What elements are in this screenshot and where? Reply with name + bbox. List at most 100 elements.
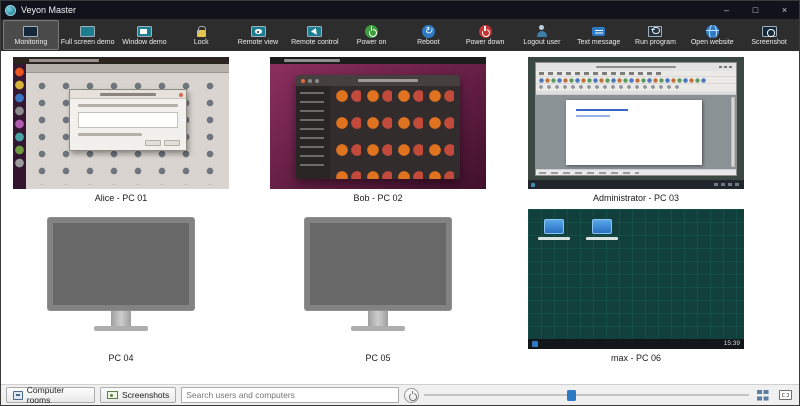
computer-rooms-button[interactable]: Computer rooms [6, 387, 95, 403]
desktop-icon [538, 219, 570, 240]
window-demo-icon [137, 24, 152, 38]
monitoring-button[interactable]: Monitoring [3, 20, 59, 50]
file-manager-header [296, 75, 460, 86]
computer-cell-alice: Alice - PC 01 [13, 57, 229, 203]
file-manager-icon-grid [330, 86, 460, 179]
offline-monitor-icon [304, 217, 452, 311]
document-page [566, 100, 702, 165]
fullscreen-demo-button[interactable]: Full screen demo [60, 20, 116, 50]
dialog-text-line [78, 104, 178, 107]
titlebar: Veyon Master – □ × [1, 1, 799, 19]
settings-window-header [26, 64, 229, 73]
power-on-button[interactable]: Power on [344, 20, 400, 50]
document-scrollbar [731, 97, 735, 167]
computer-rooms-icon [13, 391, 23, 400]
open-website-icon [706, 24, 719, 38]
dialog-text-line [78, 133, 142, 136]
auto-fit-icon [779, 390, 792, 400]
window-controls: – □ × [712, 1, 799, 19]
window-demo-button[interactable]: Window demo [117, 20, 173, 50]
slider-groove [424, 394, 749, 396]
computer-caption: Bob - PC 02 [270, 193, 486, 203]
desktop-menubar [13, 57, 229, 64]
logout-user-button[interactable]: Logout user [514, 20, 570, 50]
slider-handle[interactable] [567, 390, 576, 401]
computer-cell-pc05: PC 05 [270, 209, 486, 363]
computer-thumbnail-pc05[interactable] [270, 209, 486, 349]
computer-caption: PC 05 [270, 353, 486, 363]
printer-dialog-titlebar [70, 90, 186, 99]
monitor-stand [368, 311, 388, 326]
reboot-button[interactable]: Reboot [400, 20, 456, 50]
monitor-base [351, 326, 405, 331]
auto-fit-button[interactable] [776, 387, 794, 403]
thumbnail-size-slider[interactable] [424, 387, 749, 403]
grid-arrangement-icon [757, 390, 768, 401]
maximize-button[interactable]: □ [741, 1, 770, 19]
desktop-menubar [270, 57, 486, 64]
screenshots-icon [107, 391, 118, 399]
run-program-button[interactable]: Run program [628, 20, 684, 50]
veyon-logo-icon [5, 5, 16, 16]
reboot-icon [422, 24, 435, 38]
computer-caption: max - PC 06 [528, 353, 744, 363]
computer-thumbnail-administrator[interactable] [528, 57, 744, 189]
screenshot-button[interactable]: Screenshot [741, 20, 797, 50]
remote-control-button[interactable]: Remote control [287, 20, 343, 50]
computer-cell-max: 15:39 max - PC 06 [528, 209, 744, 363]
close-button[interactable]: × [770, 1, 799, 19]
computer-monitoring-view: Alice - PC 01 Bob - PC 02 [1, 51, 799, 384]
writer-toolbar [536, 76, 736, 84]
desktop-icons [538, 219, 618, 240]
computer-caption: Alice - PC 01 [13, 193, 229, 203]
computer-cell-pc04: PC 04 [13, 209, 229, 363]
writer-document-area [536, 95, 736, 169]
computer-thumbnail-alice[interactable] [13, 57, 229, 189]
power-state-filter-button[interactable] [404, 388, 419, 403]
writer-format-toolbar [536, 84, 736, 91]
desktop-taskbar: 15:39 [528, 339, 744, 349]
monitor-stand [111, 311, 131, 326]
desktop-taskbar [528, 180, 744, 189]
screenshot-icon [762, 24, 777, 38]
text-message-icon [592, 24, 605, 38]
window-title: Veyon Master [21, 5, 76, 15]
taskbar-clock: 15:39 [724, 339, 740, 349]
fullscreen-demo-icon [80, 24, 95, 38]
dialog-list-box [78, 112, 178, 128]
search-input[interactable] [181, 387, 399, 403]
file-manager-window [296, 75, 460, 179]
launcher-dock [13, 64, 26, 189]
veyon-master-window: Veyon Master – □ × Monitoring Full scree… [0, 0, 800, 406]
writer-window [535, 62, 737, 176]
offline-monitor-icon [47, 217, 195, 311]
remote-view-button[interactable]: Remote view [230, 20, 286, 50]
remote-control-icon [307, 24, 322, 38]
toolbar: Monitoring Full screen demo Window demo … [1, 19, 799, 51]
lock-icon [197, 24, 206, 38]
computer-thumbnail-max[interactable]: 15:39 [528, 209, 744, 349]
text-message-button[interactable]: Text message [571, 20, 627, 50]
computer-caption: Administrator - PC 03 [528, 193, 744, 203]
power-on-icon [365, 24, 378, 38]
computer-cell-administrator: Administrator - PC 03 [528, 57, 744, 203]
file-manager-sidebar [296, 86, 330, 179]
minimize-button[interactable]: – [712, 1, 741, 19]
computer-thumbnail-bob[interactable] [270, 57, 486, 189]
computer-cell-bob: Bob - PC 02 [270, 57, 486, 203]
printer-dialog [69, 89, 187, 151]
lock-button[interactable]: Lock [173, 20, 229, 50]
custom-arrangement-button[interactable] [754, 387, 772, 403]
power-down-button[interactable]: Power down [457, 20, 513, 50]
open-website-button[interactable]: Open website [684, 20, 740, 50]
screenshots-button[interactable]: Screenshots [100, 387, 176, 403]
remote-view-icon [251, 24, 266, 38]
dialog-buttons [145, 140, 180, 146]
computer-thumbnail-pc04[interactable] [13, 209, 229, 349]
start-menu-icon [532, 341, 538, 347]
monitor-base [94, 326, 148, 331]
logout-user-icon [535, 24, 548, 38]
power-down-icon [479, 24, 492, 38]
computer-caption: PC 04 [13, 353, 229, 363]
desktop-icon [586, 219, 618, 240]
